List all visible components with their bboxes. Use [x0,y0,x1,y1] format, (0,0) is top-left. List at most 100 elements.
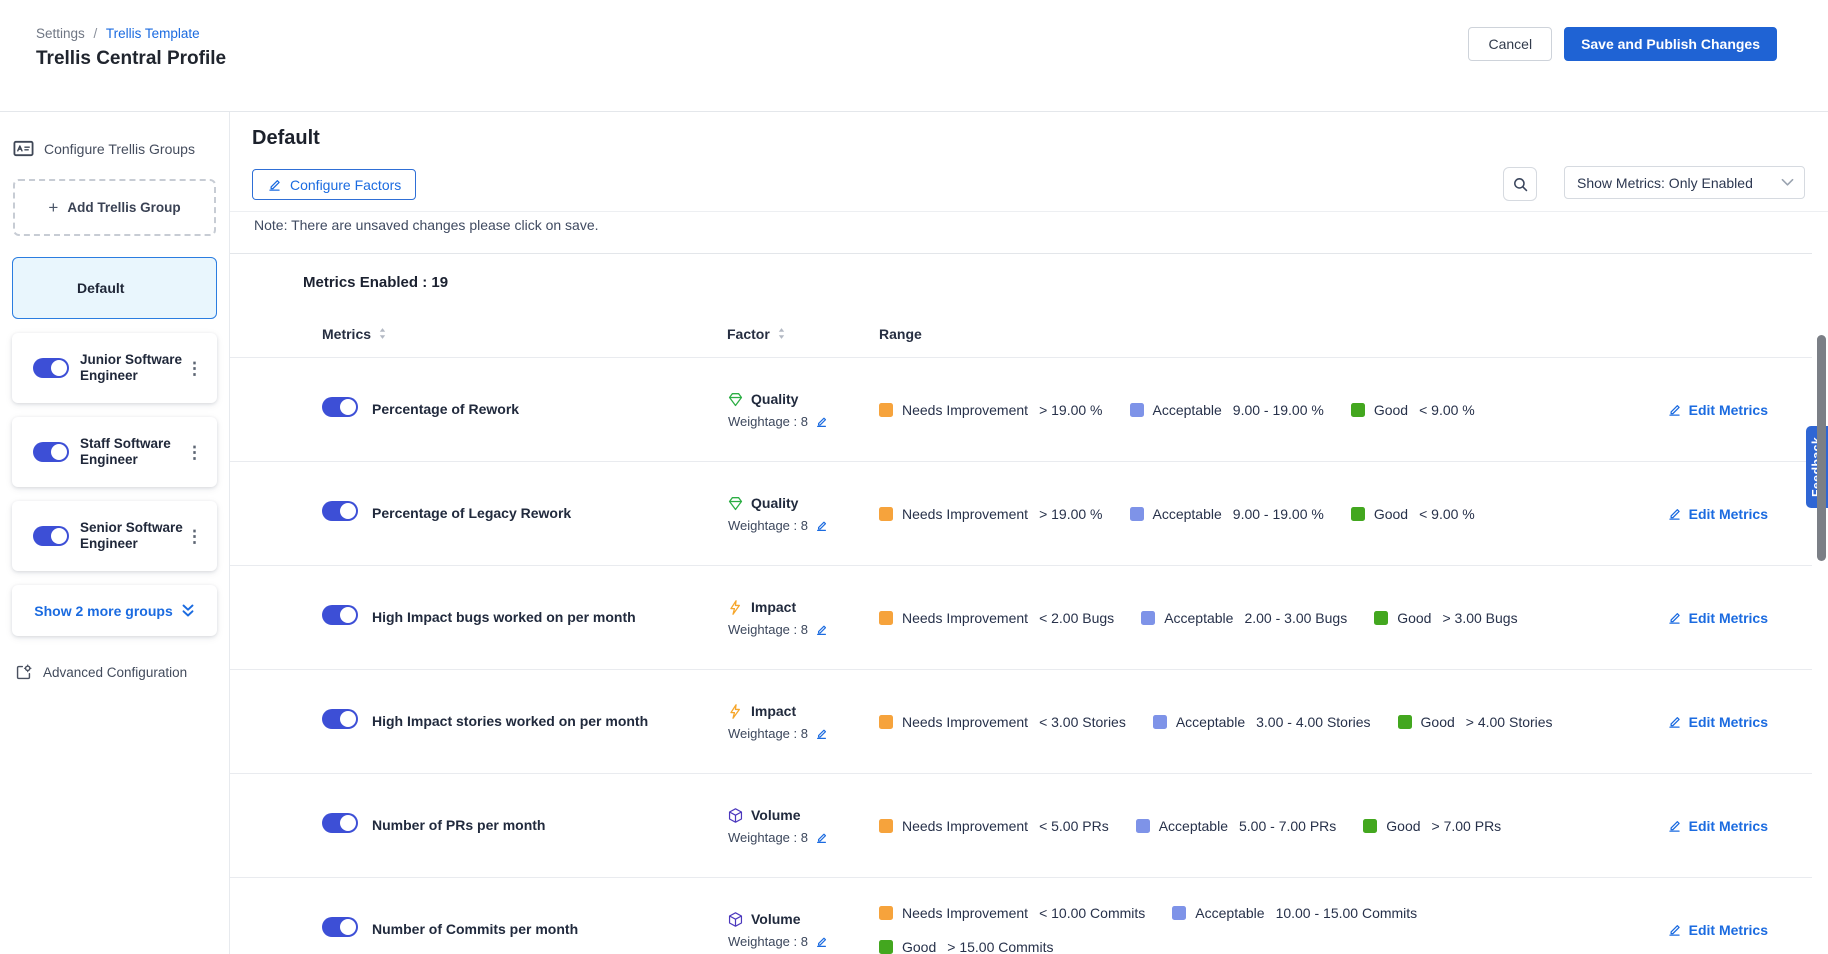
group-enabled-toggle[interactable] [33,442,69,462]
edit-pencil-icon [1667,402,1682,417]
range-color-swatch [879,906,893,920]
range-color-swatch [879,819,893,833]
sidebar-item-default[interactable]: Default [12,257,217,319]
range-cell: Needs Improvement > 19.00 % Acceptable 9… [879,402,1579,418]
group-enabled-toggle[interactable] [33,526,69,546]
factor-name: Impact [751,599,796,615]
sort-icon [378,327,387,340]
range-chip: Good < 9.00 % [1351,506,1475,522]
cancel-button[interactable]: Cancel [1468,27,1552,61]
kebab-menu-icon[interactable]: ⋮ [184,440,205,465]
range-label: Good [1421,714,1455,730]
range-color-swatch [1141,611,1155,625]
edit-weightage-icon[interactable] [815,935,828,948]
kebab-menu-icon[interactable]: ⋮ [184,524,205,549]
weightage-label: Weightage : 8 [728,830,808,845]
range-cell: Needs Improvement < 5.00 PRs Acceptable … [879,818,1579,834]
factor-cell: Quality Weightage : 8 [727,391,879,429]
range-value: 2.00 - 3.00 Bugs [1244,610,1347,626]
plus-icon: + [48,198,58,218]
metric-enabled-toggle[interactable] [322,605,358,625]
edit-metrics-link[interactable]: Edit Metrics [1667,402,1812,418]
factor-cell: Volume Weightage : 8 [727,807,879,845]
add-trellis-group-button[interactable]: + Add Trellis Group [13,179,216,236]
edit-pencil-icon [1667,818,1682,833]
range-label: Good [1374,402,1408,418]
sidebar-group-card[interactable]: Junior Software Engineer ⋮ [12,333,217,403]
metric-enabled-toggle[interactable] [322,709,358,729]
kebab-menu-icon[interactable]: ⋮ [184,356,205,381]
weightage-label: Weightage : 8 [728,414,808,429]
range-chip: Needs Improvement > 19.00 % [879,402,1103,418]
sidebar-group-card[interactable]: Senior Software Engineer ⋮ [12,501,217,571]
configure-factors-button[interactable]: Configure Factors [252,169,416,200]
vertical-scrollbar[interactable] [1817,335,1826,561]
column-header-factor[interactable]: Factor [727,326,879,342]
edit-metrics-link[interactable]: Edit Metrics [1667,714,1812,730]
metric-name: High Impact stories worked on per month [372,712,727,730]
metric-enabled-toggle[interactable] [322,501,358,521]
group-enabled-toggle[interactable] [33,358,69,378]
edit-weightage-icon[interactable] [815,727,828,740]
range-label: Needs Improvement [902,714,1028,730]
range-color-swatch [1130,507,1144,521]
range-cell: Needs Improvement < 10.00 Commits Accept… [879,905,1579,954]
quality-icon [727,495,744,512]
sidebar-section-title: Configure Trellis Groups [44,141,195,157]
range-color-swatch [1398,715,1412,729]
range-value: > 15.00 Commits [947,939,1053,954]
advanced-configuration-label: Advanced Configuration [43,665,187,680]
edit-pencil-icon [1667,506,1682,521]
metric-enabled-toggle[interactable] [322,397,358,417]
edit-weightage-icon[interactable] [815,623,828,636]
edit-metrics-link[interactable]: Edit Metrics [1667,922,1812,938]
column-header-metrics[interactable]: Metrics [322,326,727,342]
metrics-table: Metrics Enabled : 19 Metrics Factor Rang… [230,253,1812,954]
breadcrumb-settings[interactable]: Settings [36,26,85,41]
range-label: Needs Improvement [902,905,1028,921]
group-name: Junior Software Engineer [80,352,184,384]
range-value: 9.00 - 19.00 % [1233,506,1324,522]
metric-row: High Impact stories worked on per month … [230,669,1812,773]
range-value: < 9.00 % [1419,402,1475,418]
header-actions: Cancel Save and Publish Changes [1468,27,1777,61]
range-label: Acceptable [1159,818,1228,834]
edit-pencil-icon [1667,714,1682,729]
metric-enabled-toggle[interactable] [322,813,358,833]
edit-metrics-link[interactable]: Edit Metrics [1667,506,1812,522]
page-title: Trellis Central Profile [36,48,226,70]
weightage-label: Weightage : 8 [728,934,808,949]
show-more-label: Show 2 more groups [34,603,172,619]
double-chevron-down-icon [181,603,195,618]
metric-row: Percentage of Rework Quality Weightage :… [230,357,1812,461]
edit-metrics-label: Edit Metrics [1689,506,1768,522]
metric-enabled-toggle[interactable] [322,917,358,937]
range-color-swatch [1130,403,1144,417]
search-button[interactable] [1503,167,1537,201]
edit-weightage-icon[interactable] [815,519,828,532]
factor-cell: Impact Weightage : 8 [727,703,879,741]
show-more-groups-button[interactable]: Show 2 more groups [12,585,217,636]
advanced-configuration-link[interactable]: Advanced Configuration [14,663,229,682]
metric-toggle-cell [322,917,372,942]
edit-metrics-link[interactable]: Edit Metrics [1667,610,1812,626]
advanced-configuration-icon [14,663,33,682]
edit-metrics-label: Edit Metrics [1689,818,1768,834]
impact-icon [727,703,744,720]
range-label: Needs Improvement [902,610,1028,626]
sidebar-group-card[interactable]: Staff Software Engineer ⋮ [12,417,217,487]
edit-metrics-link[interactable]: Edit Metrics [1667,818,1812,834]
breadcrumb-trellis-template[interactable]: Trellis Template [106,26,200,41]
main-content: Default Configure Factors Show Metrics: … [230,112,1828,954]
show-metrics-dropdown[interactable]: Show Metrics: Only Enabled [1564,166,1805,199]
range-color-swatch [879,940,893,954]
edit-weightage-icon[interactable] [815,415,828,428]
range-chip: Needs Improvement < 2.00 Bugs [879,610,1114,626]
metric-name: Number of Commits per month [372,920,727,938]
range-chip: Needs Improvement < 3.00 Stories [879,714,1126,730]
save-publish-button[interactable]: Save and Publish Changes [1564,27,1777,61]
edit-weightage-icon[interactable] [815,831,828,844]
table-header-row: Metrics Factor Range [230,310,1812,357]
range-value: > 19.00 % [1039,506,1102,522]
weightage-label: Weightage : 8 [728,518,808,533]
